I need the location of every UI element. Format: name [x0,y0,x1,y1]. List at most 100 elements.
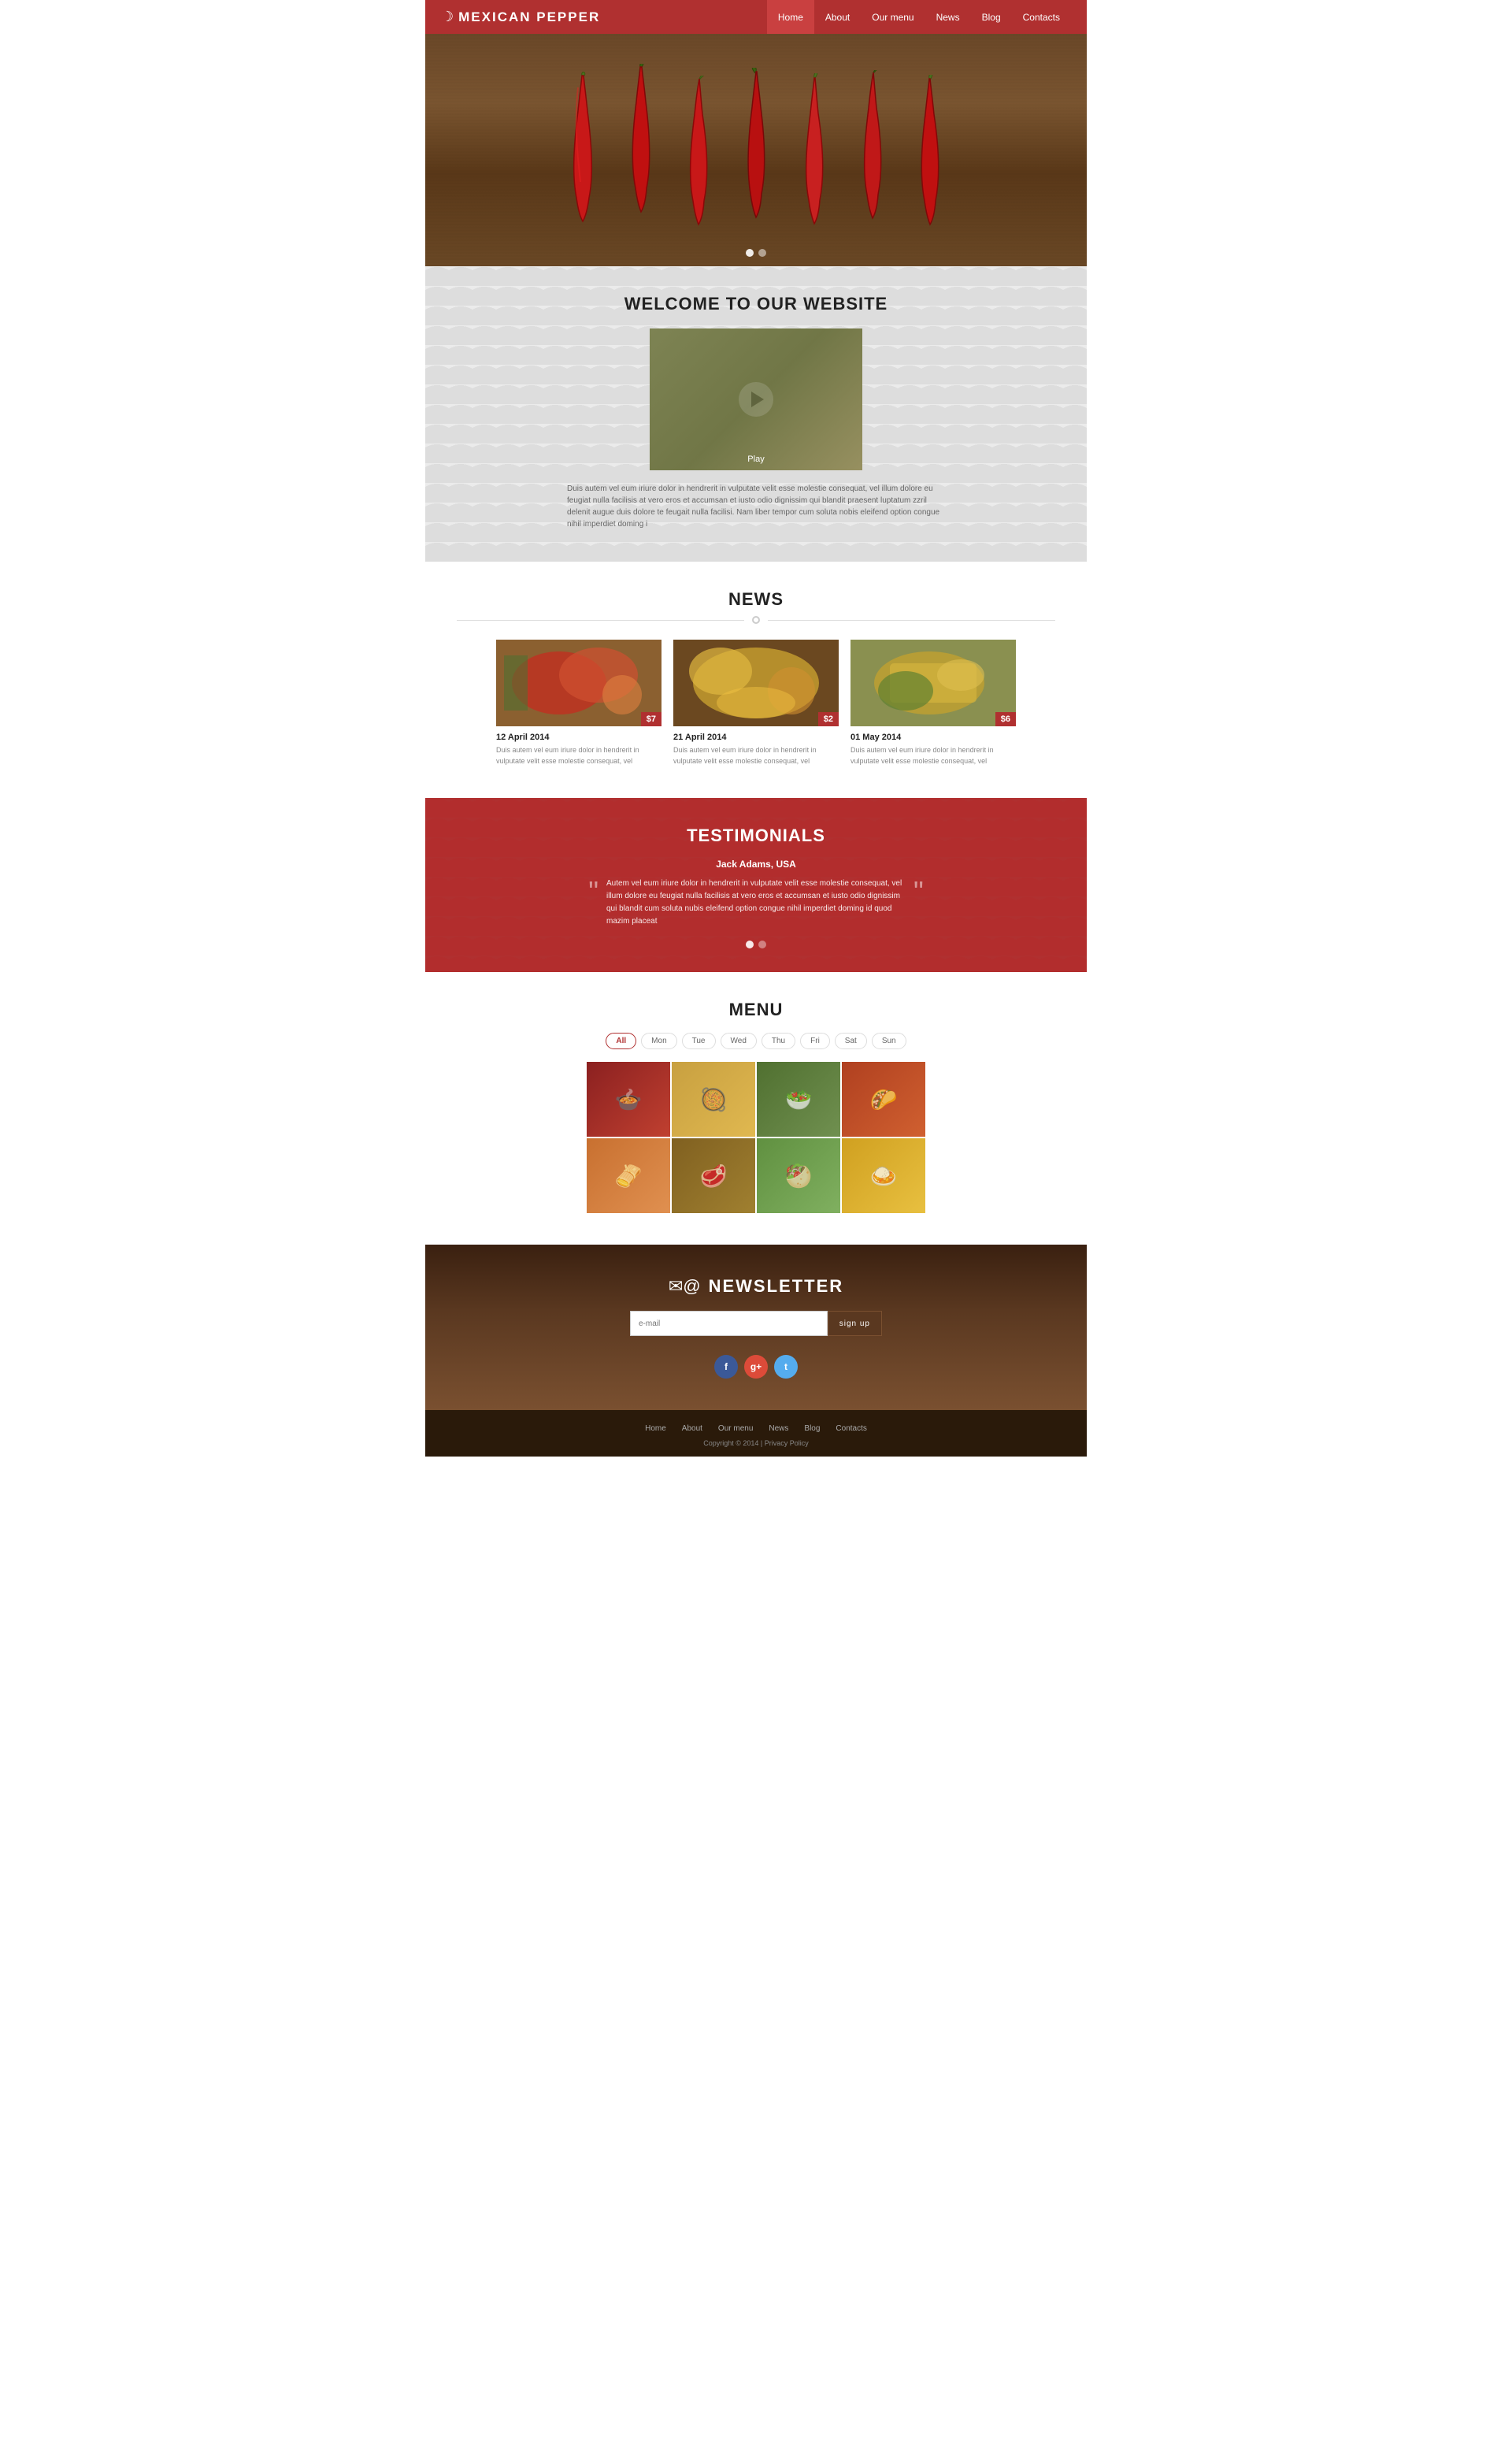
menu-tab-sun[interactable]: Sun [872,1033,906,1049]
menu-food-icon-5: 🫔 [615,1163,643,1189]
menu-item-4[interactable]: 🌮 [842,1062,925,1137]
nav-our-menu[interactable]: Our menu [861,0,925,34]
menu-tab-thu[interactable]: Thu [762,1033,795,1049]
news-title: NEWS [457,589,1055,610]
menu-item-6[interactable]: 🥩 [672,1138,755,1213]
nav-about[interactable]: About [814,0,861,34]
footer-nav-home[interactable]: Home [645,1424,666,1433]
footer-nav-our-menu[interactable]: Our menu [718,1424,753,1433]
menu-item-8[interactable]: 🍛 [842,1138,925,1213]
news-date-1: 12 April 2014 [496,733,662,742]
news-image-3[interactable]: $6 [850,640,1016,726]
news-desc-1: Duis autem vel eum iriure dolor in hendr… [496,745,662,766]
footer-nav: Home About Our menu News Blog Contacts [441,1424,1071,1433]
pepper-3 [671,76,726,229]
footer-nav-blog[interactable]: Blog [804,1424,820,1433]
hero-dot-2[interactable] [758,249,766,257]
menu-food-icon-1: 🍲 [615,1086,643,1112]
welcome-section: WELCOME TO OUR WEBSITE Play Duis autem v… [425,266,1087,562]
nav-blog[interactable]: Blog [971,0,1012,34]
testimonial-carousel-dots [472,941,1040,948]
menu-tab-all[interactable]: All [606,1033,636,1049]
news-image-1[interactable]: $7 [496,640,662,726]
menu-food-icon-6: 🥩 [700,1163,728,1189]
open-quote-icon: " [588,878,598,906]
newsletter-email-input[interactable] [630,1311,828,1336]
testimonials-title: TESTIMONIALS [472,826,1040,846]
testimonial-dot-2[interactable] [758,941,766,948]
site-title: MEXICAN PEPPER [458,9,600,25]
pepper-5 [786,73,843,229]
peppers-display [554,56,958,245]
news-img-svg-3 [850,640,1016,726]
news-image-2[interactable]: $2 [673,640,839,726]
footer-nav-contacts[interactable]: Contacts [836,1424,866,1433]
hero-carousel-dots [746,249,766,257]
menu-tab-fri[interactable]: Fri [800,1033,830,1049]
video-thumbnail [650,328,862,470]
pepper-2 [614,64,668,229]
news-card-1: $7 12 April 2014 Duis autem vel eum iriu… [496,640,662,766]
menu-tab-sat[interactable]: Sat [835,1033,867,1049]
menu-section: MENU All Mon Tue Wed Thu Fri Sat Sun 🍲 🥘… [425,972,1087,1245]
close-quote-icon: " [914,878,924,906]
news-desc-2: Duis autem vel eum iriure dolor in hendr… [673,745,839,766]
news-date-2: 21 April 2014 [673,733,839,742]
header: ☽ MEXICAN PEPPER Home About Our menu New… [425,0,1087,34]
main-nav: Home About Our menu News Blog Contacts [767,0,1071,34]
news-card-3: $6 01 May 2014 Duis autem vel eum iriure… [850,640,1016,766]
welcome-title: WELCOME TO OUR WEBSITE [441,294,1071,314]
menu-food-icon-7: 🥙 [785,1163,813,1189]
newsletter-section: ✉@ NEWSLETTER sign up f g+ t [425,1245,1087,1410]
menu-title: MENU [457,1000,1055,1020]
social-icons-area: f g+ t [441,1355,1071,1379]
menu-tab-wed[interactable]: Wed [721,1033,757,1049]
divider-dot [752,616,760,624]
news-price-3: $6 [995,712,1016,726]
menu-food-icon-4: 🌮 [870,1086,898,1112]
pepper-1 [554,72,611,229]
testimonial-quote-container: " Autem vel eum iriure dolor in hendreri… [472,878,1040,928]
nav-contacts[interactable]: Contacts [1012,0,1071,34]
play-label: Play [747,455,764,464]
news-price-1: $7 [641,712,662,726]
newsletter-heading: NEWSLETTER [709,1276,844,1297]
testimonial-dot-1[interactable] [746,941,754,948]
news-section: NEWS $7 12 April 2014 Duis autem vel eum… [425,562,1087,798]
google-plus-icon[interactable]: g+ [744,1355,768,1379]
news-card-2: $2 21 April 2014 Duis autem vel eum iriu… [673,640,839,766]
video-player[interactable]: Play [650,328,862,470]
testimonial-text: Autem vel eum iriure dolor in hendrerit … [606,878,906,928]
footer-nav-news[interactable]: News [769,1424,788,1433]
welcome-description: Duis autem vel eum iriure dolor in hendr… [567,483,945,530]
menu-tab-tue[interactable]: Tue [682,1033,716,1049]
menu-item-3[interactable]: 🥗 [757,1062,840,1137]
footer-nav-about[interactable]: About [682,1424,702,1433]
menu-item-1[interactable]: 🍲 [587,1062,670,1137]
menu-food-icon-2: 🥘 [700,1086,728,1112]
pepper-7 [904,75,958,229]
nav-home[interactable]: Home [767,0,814,34]
news-date-3: 01 May 2014 [850,733,1016,742]
facebook-icon[interactable]: f [714,1355,738,1379]
newsletter-email-icon: ✉@ [669,1276,701,1297]
copyright-text: Copyright © 2014 | Privacy Policy [441,1439,1071,1447]
menu-item-5[interactable]: 🫔 [587,1138,670,1213]
newsletter-form: sign up [630,1311,882,1336]
twitter-icon[interactable]: t [774,1355,798,1379]
newsletter-submit-button[interactable]: sign up [828,1311,882,1336]
testimonial-author: Jack Adams, USA [472,859,1040,870]
news-divider [457,616,1055,624]
menu-item-7[interactable]: 🥙 [757,1138,840,1213]
menu-tab-mon[interactable]: Mon [641,1033,676,1049]
menu-item-2[interactable]: 🥘 [672,1062,755,1137]
moon-icon: ☽ [441,9,454,25]
footer: Home About Our menu News Blog Contacts C… [425,1410,1087,1457]
news-price-2: $2 [818,712,839,726]
news-img-svg-2 [673,640,839,726]
menu-food-icon-3: 🥗 [785,1086,813,1112]
hero-section [425,34,1087,266]
hero-dot-1[interactable] [746,249,754,257]
nav-news[interactable]: News [925,0,971,34]
logo-area: ☽ MEXICAN PEPPER [441,9,767,25]
